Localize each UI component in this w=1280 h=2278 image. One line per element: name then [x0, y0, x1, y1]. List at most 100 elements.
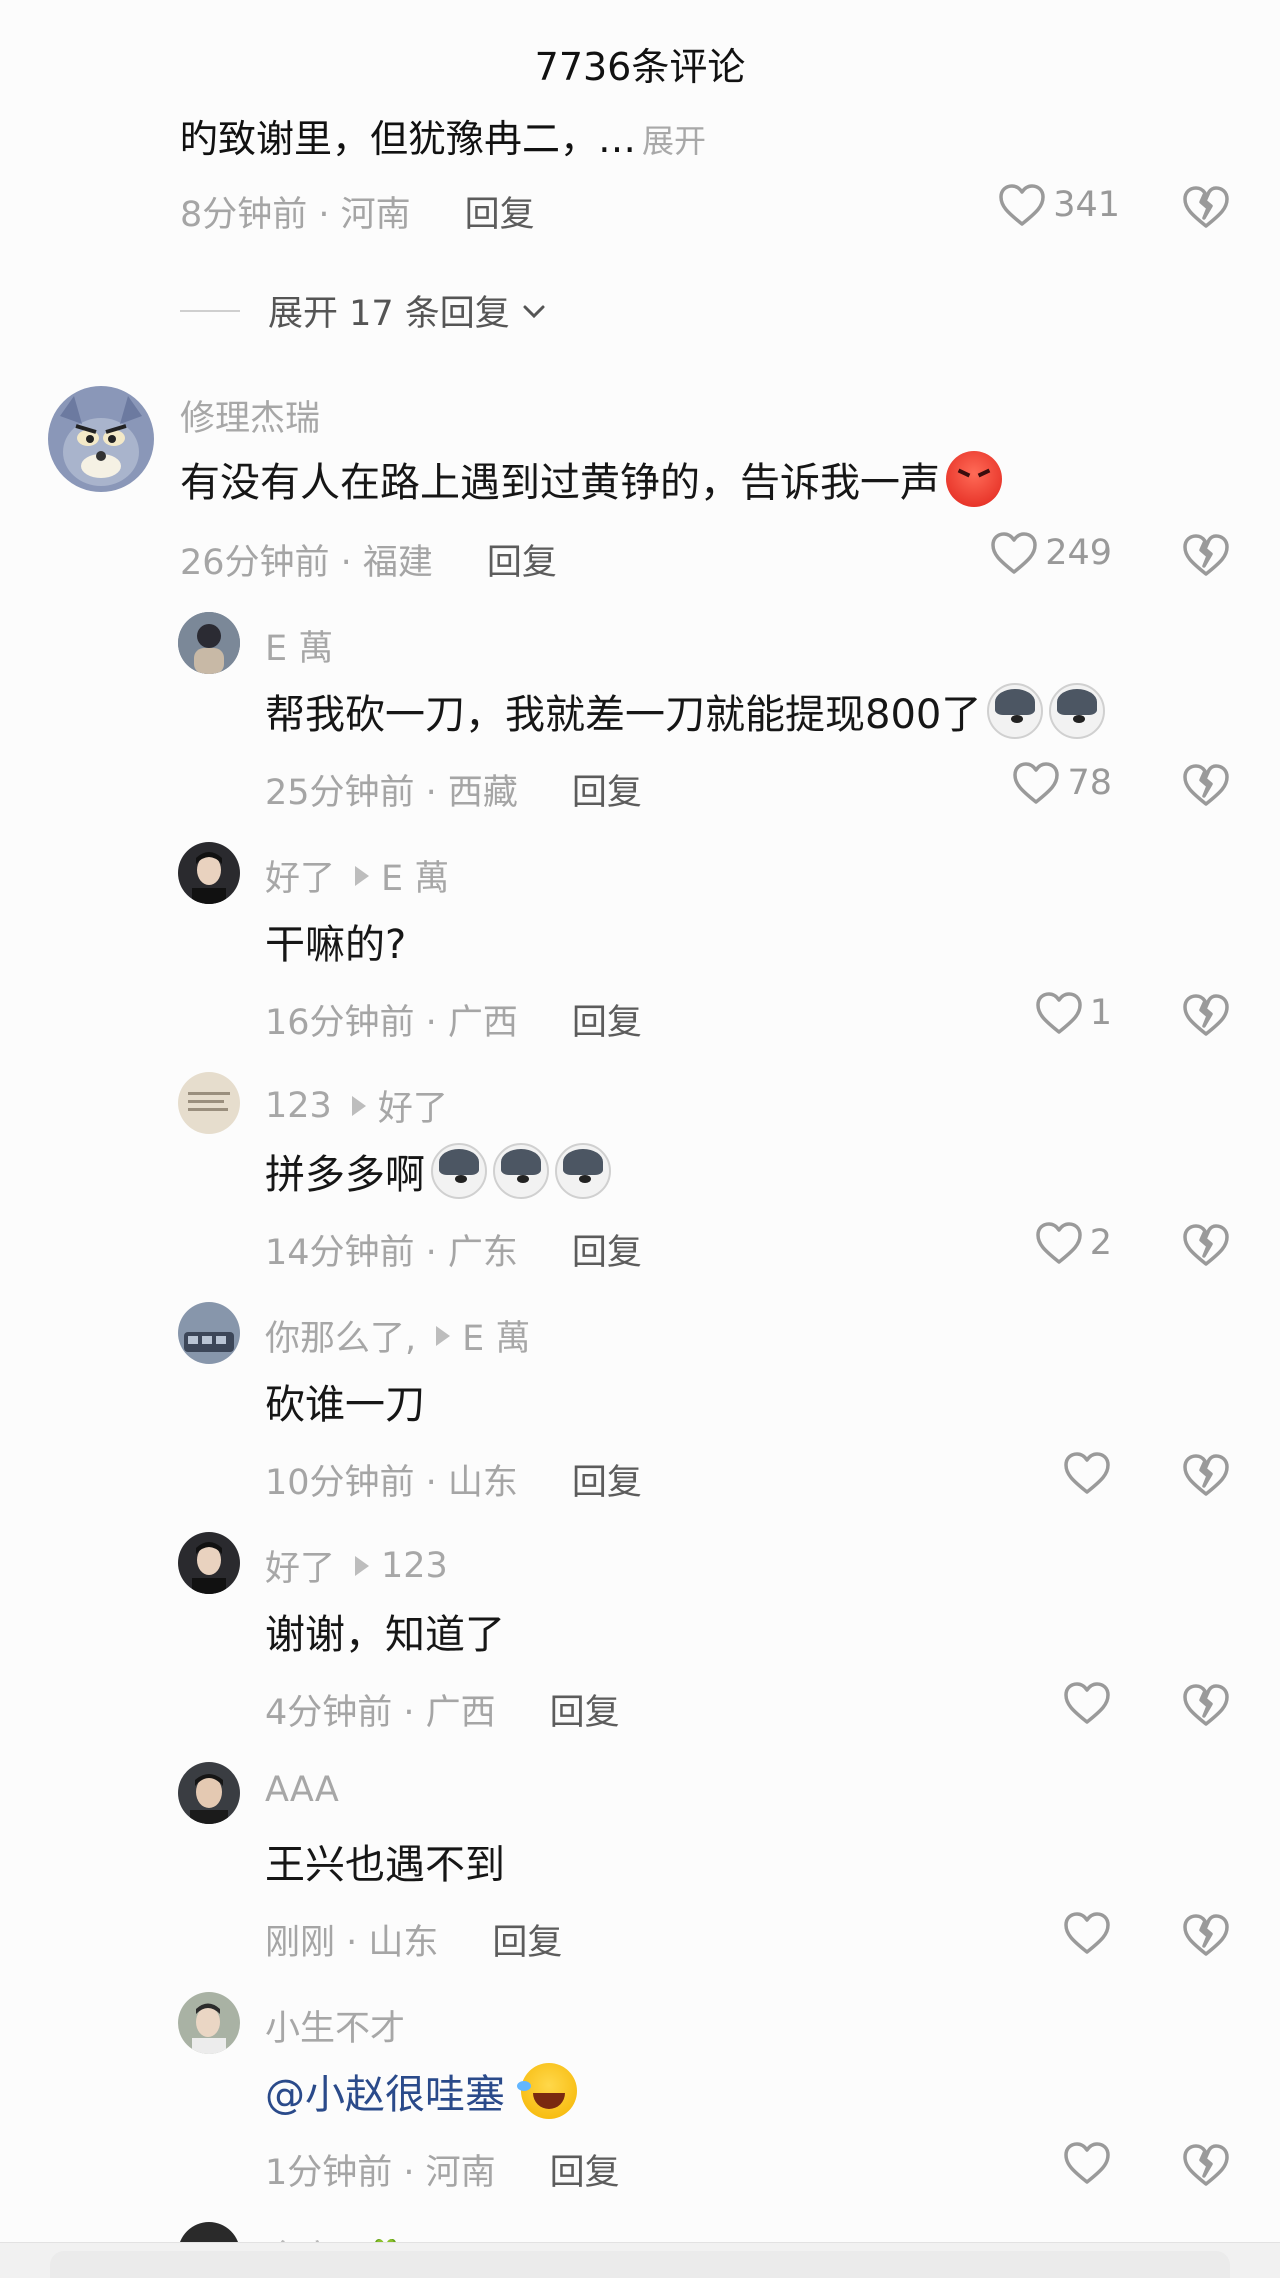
laughing-crying-emoji	[517, 2063, 577, 2119]
reply-button[interactable]: 回复	[572, 1224, 642, 1275]
reply-button[interactable]: 回复	[487, 534, 557, 585]
like-button[interactable]: 341	[997, 182, 1120, 228]
comment-author[interactable]: 修理杰瑞	[180, 390, 320, 441]
comment-input-bar[interactable]	[0, 2242, 1280, 2278]
broken-heart-icon[interactable]	[1180, 2140, 1232, 2190]
like-count: 78	[1067, 763, 1112, 803]
broken-heart-icon[interactable]	[1180, 1450, 1232, 1500]
comment-meta: 8分钟前 · 河南 回复	[180, 186, 535, 237]
time-location: 26分钟前 · 福建	[180, 543, 433, 583]
broken-heart-icon[interactable]	[1180, 1220, 1232, 1270]
like-button[interactable]	[1062, 1450, 1112, 1496]
broken-heart-icon[interactable]	[1180, 1680, 1232, 1730]
divider-line	[180, 309, 240, 312]
reply-text: 谢谢，知道了	[265, 1612, 505, 1658]
broken-heart-icon[interactable]	[1180, 760, 1232, 810]
heart-icon	[1013, 762, 1060, 804]
comment-meta: 26分钟前 · 福建 回复	[180, 534, 557, 585]
broken-heart-icon[interactable]	[1180, 990, 1232, 1040]
reply-body: 王兴也遇不到	[265, 1832, 505, 1890]
time-location: 4分钟前 · 广西	[265, 1693, 496, 1733]
like-count: 341	[1053, 185, 1120, 225]
mention-link[interactable]: @小赵很哇塞	[265, 2062, 505, 2120]
reply-author[interactable]: 你那么了,	[265, 1310, 416, 1361]
reply-author-line: 好了 123	[265, 1540, 448, 1591]
like-button[interactable]: 249	[989, 530, 1112, 576]
husky-emoji	[555, 1143, 611, 1199]
heart-icon	[1064, 1912, 1110, 1954]
time-location: 10分钟前 · 山东	[265, 1463, 518, 1503]
reply-meta: 刚刚 · 山东 回复	[265, 1914, 562, 1965]
reply-button[interactable]: 回复	[572, 994, 642, 1045]
like-count: 2	[1089, 1223, 1112, 1263]
like-button[interactable]: 78	[1011, 760, 1112, 806]
reply-text: 帮我砍一刀，我就差一刀就能提现800了	[265, 692, 982, 738]
reply-author[interactable]: 123	[265, 1086, 332, 1126]
reply-author[interactable]: E 萬	[265, 620, 333, 671]
reply-button[interactable]: 回复	[572, 764, 642, 815]
like-button[interactable]: 1	[1034, 990, 1112, 1036]
reply-body: 干嘛的?	[265, 912, 406, 970]
reply-meta: 16分钟前 · 广西 回复	[265, 994, 642, 1045]
reply-to-user[interactable]: E 萬	[381, 850, 449, 901]
broken-heart-icon[interactable]	[1180, 182, 1232, 232]
comment-input-field[interactable]	[50, 2251, 1230, 2278]
heart-icon	[1035, 992, 1082, 1034]
like-count: 249	[1045, 533, 1112, 573]
avatar[interactable]	[48, 386, 154, 492]
reply-text: 干嘛的?	[265, 922, 407, 968]
angry-face-emoji	[946, 451, 1002, 507]
like-button[interactable]	[1062, 1910, 1112, 1956]
reply-to-user[interactable]: 好了	[378, 1080, 448, 1131]
broken-heart-icon[interactable]	[1180, 1910, 1232, 1960]
comment-text: 有没有人在路上遇到过黄铮的，告诉我一声	[180, 460, 940, 506]
avatar[interactable]	[178, 1992, 240, 2054]
reply-author-line: 123 好了	[265, 1080, 448, 1131]
heart-icon	[999, 184, 1045, 226]
reply-arrow-icon	[355, 865, 370, 886]
husky-emoji	[1049, 683, 1106, 739]
reply-to-user[interactable]: 123	[381, 1546, 448, 1586]
reply-author[interactable]: AAA	[265, 1770, 339, 1810]
reply-button[interactable]: 回复	[550, 2144, 620, 2195]
avatar[interactable]	[178, 1532, 240, 1594]
truncated-comment-text: 旳致谢里，但犹豫冉二，… 展开	[180, 108, 706, 164]
reply-author-line: 好了 E 萬	[265, 850, 449, 901]
expand-text-link[interactable]: 展开	[642, 122, 706, 160]
time-location: 16分钟前 · 广西	[265, 1003, 518, 1043]
reply-button[interactable]: 回复	[572, 1454, 642, 1505]
reply-author[interactable]: 好了	[265, 850, 335, 901]
reply-author[interactable]: 好了	[265, 1540, 335, 1591]
avatar[interactable]	[178, 1762, 240, 1824]
heart-icon	[1064, 1452, 1110, 1494]
time-location: 1分钟前 · 河南	[265, 2153, 496, 2193]
reply-to-user[interactable]: E 萬	[462, 1310, 530, 1361]
reply-button[interactable]: 回复	[465, 186, 535, 237]
avatar[interactable]	[178, 842, 240, 904]
like-button[interactable]	[1062, 2140, 1112, 2186]
expand-replies-label: 展开 17 条回复	[268, 294, 510, 334]
broken-heart-icon[interactable]	[1180, 530, 1232, 580]
like-button[interactable]: 2	[1034, 1220, 1112, 1266]
like-count: 1	[1089, 993, 1112, 1033]
comment-text: 旳致谢里，但犹豫冉二，…	[180, 117, 637, 161]
reply-arrow-icon	[436, 1325, 451, 1346]
reply-meta: 4分钟前 · 广西 回复	[265, 1684, 620, 1735]
avatar[interactable]	[178, 612, 240, 674]
avatar[interactable]	[178, 1072, 240, 1134]
chevron-down-icon	[523, 305, 545, 318]
reply-body: 帮我砍一刀，我就差一刀就能提现800了	[265, 682, 1106, 740]
time-location: 8分钟前 · 河南	[180, 195, 411, 235]
avatar[interactable]	[178, 1302, 240, 1364]
reply-button[interactable]: 回复	[492, 1914, 562, 1965]
like-button[interactable]	[1062, 1680, 1112, 1726]
expand-replies-button[interactable]: 展开 17 条回复	[180, 285, 548, 336]
husky-emoji	[431, 1143, 487, 1199]
reply-meta: 25分钟前 · 西藏 回复	[265, 764, 642, 815]
heart-icon	[1064, 2142, 1110, 2184]
reply-text: 王兴也遇不到	[265, 1842, 505, 1888]
reply-author[interactable]: 小生不才	[265, 2000, 405, 2051]
reply-text: 拼多多啊	[265, 1152, 425, 1198]
reply-button[interactable]: 回复	[550, 1684, 620, 1735]
reply-meta: 10分钟前 · 山东 回复	[265, 1454, 642, 1505]
